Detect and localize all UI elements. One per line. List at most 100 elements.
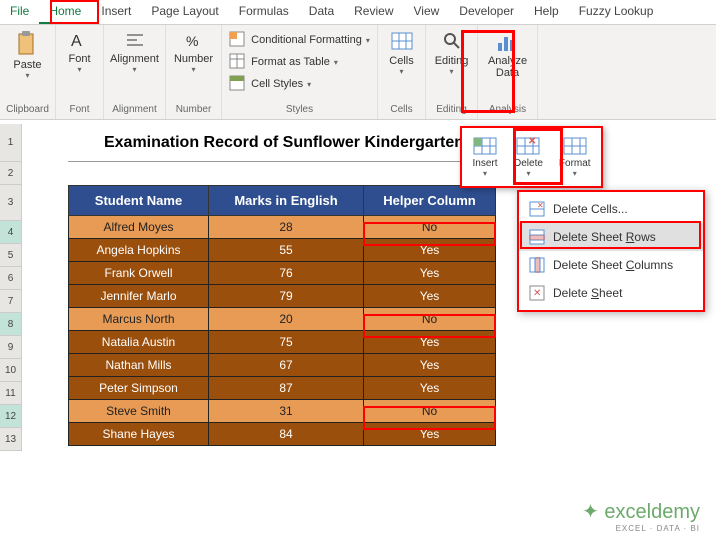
header-student-name[interactable]: Student Name [69,186,209,216]
cell-helper[interactable]: Yes [364,239,496,262]
watermark: ✦ exceldemy EXCEL · DATA · BI [582,499,700,533]
table-row[interactable]: Steve Smith31No [69,400,496,423]
cell-name[interactable]: Shane Hayes [69,423,209,446]
menu-delete-sheet-rows[interactable]: Delete Sheet Rows [519,223,703,251]
row-header-9[interactable]: 9 [0,336,22,359]
cell-marks[interactable]: 84 [209,423,364,446]
number-button[interactable]: % Number ▾ [170,29,217,76]
header-marks[interactable]: Marks in English [209,186,364,216]
cell-name[interactable]: Jennifer Marlo [69,285,209,308]
table-row[interactable]: Angela Hopkins55Yes [69,239,496,262]
table-title: Examination Record of Sunflower Kinderga… [68,124,500,162]
cell-helper[interactable]: No [364,216,496,239]
row-header-2[interactable]: 2 [0,162,22,185]
cell-styles-button[interactable]: Cell Styles▾ [229,73,370,95]
group-label-analysis: Analysis [489,102,526,115]
tab-review[interactable]: Review [344,0,403,24]
row-header-3[interactable]: 3 [0,185,22,221]
row-header-7[interactable]: 7 [0,290,22,313]
delete-sheet-icon: ✕ [529,285,545,301]
tab-page-layout[interactable]: Page Layout [141,0,228,24]
row-header-5[interactable]: 5 [0,244,22,267]
row-header-12[interactable]: 12 [0,405,22,428]
cell-name[interactable]: Frank Orwell [69,262,209,285]
tab-insert[interactable]: Insert [91,0,141,24]
tab-developer[interactable]: Developer [449,0,524,24]
alignment-button[interactable]: Alignment ▾ [106,29,163,76]
format-button[interactable]: Format ▾ [555,134,595,180]
row-header-11[interactable]: 11 [0,382,22,405]
table-row[interactable]: Frank Orwell76Yes [69,262,496,285]
cell-marks[interactable]: 31 [209,400,364,423]
chevron-down-icon: ▾ [573,169,577,178]
conditional-formatting-button[interactable]: Conditional Formatting▾ [229,29,370,51]
cell-helper[interactable]: Yes [364,423,496,446]
menu-delete-sheet-columns[interactable]: Delete Sheet Columns [519,251,703,279]
editing-button[interactable]: Editing ▾ [431,29,473,78]
tab-home[interactable]: Home [39,0,91,24]
fat-label: Format as Table [251,56,330,68]
row-header-6[interactable]: 6 [0,267,22,290]
chevron-down-icon: ▾ [133,65,137,74]
cell-marks[interactable]: 75 [209,331,364,354]
table-row[interactable]: Jennifer Marlo79Yes [69,285,496,308]
cells-button[interactable]: Cells ▾ [385,29,417,78]
header-helper[interactable]: Helper Column [364,186,496,216]
cell-marks[interactable]: 87 [209,377,364,400]
cell-marks[interactable]: 79 [209,285,364,308]
group-font: A Font ▾ Font [56,25,104,119]
paste-icon [16,31,38,57]
tab-help[interactable]: Help [524,0,569,24]
cell-name[interactable]: Angela Hopkins [69,239,209,262]
cell-helper[interactable]: No [364,308,496,331]
table-row[interactable]: Alfred Moyes28No [69,216,496,239]
table-row[interactable]: Natalia Austin75Yes [69,331,496,354]
table-row[interactable]: Marcus North20No [69,308,496,331]
tab-fuzzy-lookup[interactable]: Fuzzy Lookup [569,0,664,24]
tab-formulas[interactable]: Formulas [229,0,299,24]
delete-button[interactable]: ✕ Delete ▾ [510,134,547,180]
delete-rows-icon [529,229,545,245]
cell-marks[interactable]: 28 [209,216,364,239]
cell-helper[interactable]: Yes [364,331,496,354]
cell-marks[interactable]: 55 [209,239,364,262]
cell-name[interactable]: Nathan Mills [69,354,209,377]
tab-file[interactable]: File [0,0,39,24]
cell-helper[interactable]: Yes [364,354,496,377]
cell-marks[interactable]: 67 [209,354,364,377]
row-header-4[interactable]: 4 [0,221,22,244]
font-button[interactable]: A Font ▾ [64,29,94,76]
format-as-table-button[interactable]: Format as Table ▾ [229,51,370,73]
svg-text:A: A [71,33,82,50]
cell-helper[interactable]: Yes [364,262,496,285]
paste-button[interactable]: Paste ▾ [9,29,45,82]
chevron-down-icon: ▾ [334,58,338,67]
row-header-10[interactable]: 10 [0,359,22,382]
tab-data[interactable]: Data [299,0,344,24]
table-row[interactable]: Nathan Mills67Yes [69,354,496,377]
cell-name[interactable]: Marcus North [69,308,209,331]
table-row[interactable]: Shane Hayes84Yes [69,423,496,446]
cell-helper[interactable]: No [364,400,496,423]
cell-marks[interactable]: 20 [209,308,364,331]
cell-name[interactable]: Steve Smith [69,400,209,423]
cell-name[interactable]: Natalia Austin [69,331,209,354]
menu-label: Delete Sheet Columns [553,258,673,272]
cell-marks[interactable]: 76 [209,262,364,285]
tab-view[interactable]: View [404,0,450,24]
group-analysis: AnalyzeData Analysis [478,25,538,119]
insert-button[interactable]: Insert ▾ [468,134,502,180]
group-label-editing: Editing [436,102,467,115]
row-header-8[interactable]: 8 [0,313,22,336]
cells-label: Cells [389,55,413,67]
cell-name[interactable]: Alfred Moyes [69,216,209,239]
cell-name[interactable]: Peter Simpson [69,377,209,400]
table-row[interactable]: Peter Simpson87Yes [69,377,496,400]
cell-helper[interactable]: Yes [364,285,496,308]
menu-delete-sheet[interactable]: ✕ Delete Sheet [519,279,703,307]
menu-delete-cells[interactable]: ✕ Delete Cells... [519,195,703,223]
row-header-13[interactable]: 13 [0,428,22,451]
analyze-data-button[interactable]: AnalyzeData [484,29,531,81]
cell-helper[interactable]: Yes [364,377,496,400]
row-header-1[interactable]: 1 [0,124,22,162]
